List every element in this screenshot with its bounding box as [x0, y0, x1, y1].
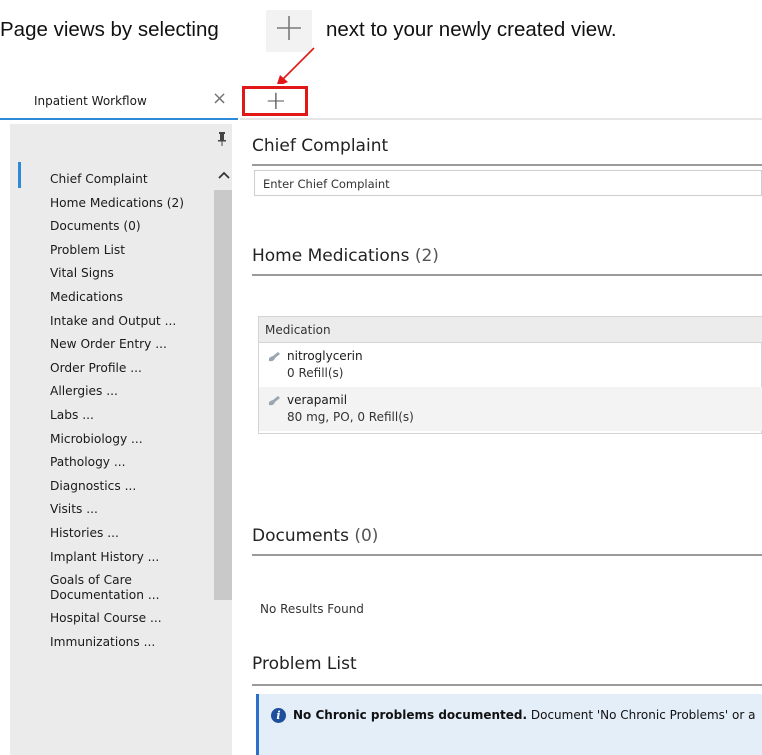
- documents-count: (0): [354, 526, 379, 546]
- chevron-up-icon[interactable]: [218, 168, 230, 182]
- sidebar-item-pathology[interactable]: Pathology ...: [10, 451, 210, 475]
- section-divider: [252, 684, 762, 686]
- sidebar-item-new-order-entry[interactable]: New Order Entry ...: [10, 333, 210, 357]
- close-icon[interactable]: ×: [212, 90, 227, 108]
- sidebar-item-intake-output[interactable]: Intake and Output ...: [10, 310, 210, 334]
- sidebar-item-allergies[interactable]: Allergies ...: [10, 380, 210, 404]
- plus-icon: [266, 10, 312, 52]
- sidebar-item-labs[interactable]: Labs ...: [10, 404, 210, 428]
- info-icon: i: [271, 708, 286, 723]
- section-title-chief-complaint: Chief Complaint: [252, 136, 389, 156]
- medication-name: nitroglycerin: [287, 349, 363, 363]
- section-divider: [252, 554, 762, 556]
- sidebar-item-order-profile[interactable]: Order Profile ...: [10, 357, 210, 381]
- sidebar-item-implant-history[interactable]: Implant History ...: [10, 546, 210, 570]
- sidebar-item-histories[interactable]: Histories ...: [10, 522, 210, 546]
- info-text-bold: No Chronic problems documented.: [293, 708, 528, 722]
- tab-strip-divider: [240, 118, 762, 120]
- sidebar: Chief Complaint Home Medications (2) Doc…: [10, 124, 232, 755]
- pill-icon: [268, 396, 280, 406]
- sidebar-item-problem-list[interactable]: Problem List: [10, 239, 210, 263]
- sidebar-item-medications[interactable]: Medications: [10, 286, 210, 310]
- documents-empty-text: No Results Found: [260, 602, 364, 616]
- home-medications-title: Home Medications: [252, 246, 410, 266]
- sidebar-item-documents[interactable]: Documents (0): [10, 215, 210, 239]
- section-title-problem-list: Problem List: [252, 654, 357, 674]
- section-title-home-medications: Home Medications (2): [252, 246, 439, 266]
- chief-complaint-input[interactable]: Enter Chief Complaint: [254, 170, 762, 196]
- sidebar-item-chief-complaint[interactable]: Chief Complaint: [10, 168, 210, 192]
- medication-detail: 80 mg, PO, 0 Refill(s): [287, 410, 414, 424]
- info-text-rest[interactable]: Document 'No Chronic Problems' or a: [527, 708, 756, 722]
- table-row[interactable]: nitroglycerin 0 Refill(s): [259, 343, 762, 387]
- add-view-button[interactable]: +: [242, 86, 308, 116]
- section-title-documents: Documents (0): [252, 526, 378, 546]
- tab-label: Inpatient Workflow: [34, 94, 147, 108]
- medication-detail: 0 Refill(s): [287, 366, 344, 380]
- pin-icon[interactable]: [218, 132, 226, 149]
- instruction-text: Page views by selecting next to your new…: [0, 10, 762, 54]
- section-divider: [252, 274, 762, 276]
- sidebar-item-vital-signs[interactable]: Vital Signs: [10, 262, 210, 286]
- sidebar-scrollbar[interactable]: [214, 190, 232, 600]
- plus-icon: +: [265, 86, 287, 116]
- main-content: Chief Complaint Enter Chief Complaint Ho…: [252, 124, 762, 755]
- sidebar-item-hospital-course[interactable]: Hospital Course ...: [10, 607, 210, 631]
- sidebar-item-microbiology[interactable]: Microbiology ...: [10, 428, 210, 452]
- sidebar-item-home-medications[interactable]: Home Medications (2): [10, 192, 210, 216]
- pill-icon: [268, 352, 280, 362]
- documents-title: Documents: [252, 526, 349, 546]
- instruction-before: Page views by selecting: [0, 18, 219, 41]
- tab-strip: Inpatient Workflow × +: [0, 84, 762, 120]
- problem-list-info-banner: i No Chronic problems documented. Docume…: [256, 694, 762, 755]
- medication-table: Medication nitroglycerin 0 Refill(s) ver…: [258, 316, 762, 434]
- sidebar-nav-list: Chief Complaint Home Medications (2) Doc…: [10, 168, 210, 654]
- instruction-after: next to your newly created view.: [326, 18, 617, 41]
- info-text: No Chronic problems documented. Document…: [293, 708, 756, 722]
- sidebar-item-visits[interactable]: Visits ...: [10, 498, 210, 522]
- sidebar-item-diagnostics[interactable]: Diagnostics ...: [10, 475, 210, 499]
- medication-name: verapamil: [287, 393, 348, 407]
- section-divider: [252, 164, 762, 166]
- medication-column-header[interactable]: Medication: [259, 317, 762, 343]
- sidebar-item-goals-of-care[interactable]: Goals of Care Documentation ...: [10, 569, 180, 607]
- sidebar-item-immunizations[interactable]: Immunizations ...: [10, 631, 210, 655]
- tab-inpatient-workflow[interactable]: Inpatient Workflow ×: [0, 84, 238, 120]
- home-medications-count: (2): [414, 246, 439, 266]
- table-row[interactable]: verapamil 80 mg, PO, 0 Refill(s): [259, 387, 762, 431]
